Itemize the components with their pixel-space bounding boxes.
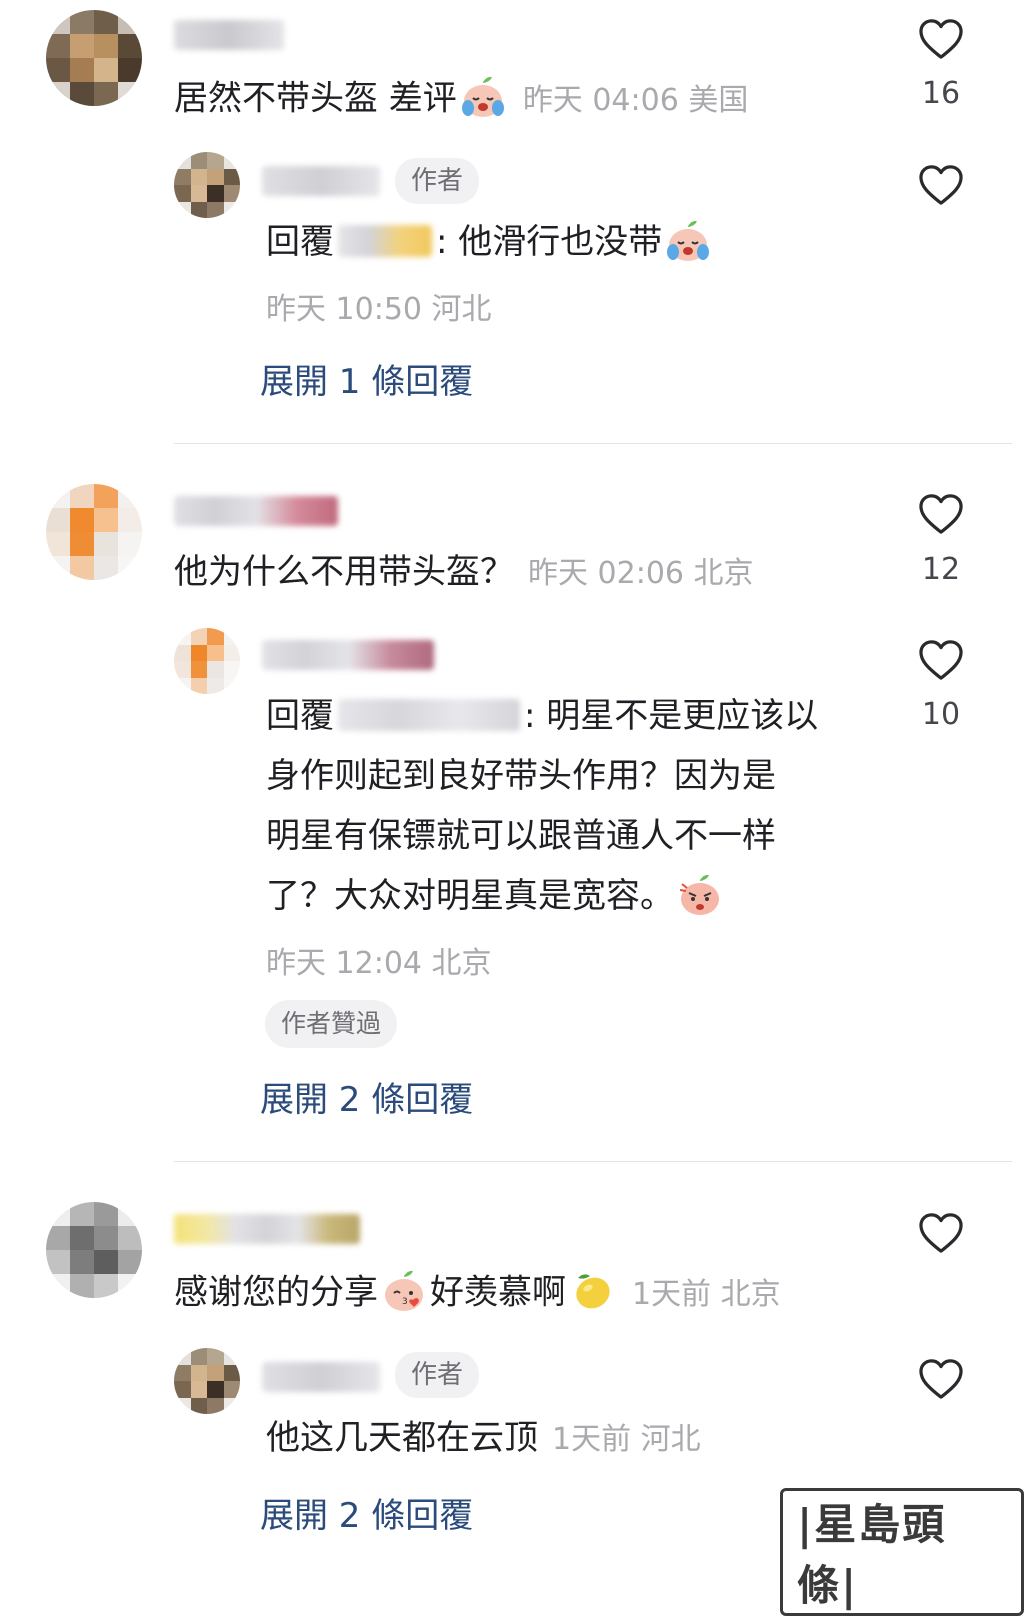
expand-replies-link[interactable]: 展開 2 條回覆 bbox=[260, 1488, 473, 1537]
comment-body: 居然不带头盔 差评 昨天 04:06 美国 bbox=[174, 72, 748, 128]
reply-text-line: 身作则起到良好带头作用？因为是 bbox=[266, 756, 776, 796]
heart-outline-icon[interactable] bbox=[918, 1212, 964, 1254]
kiss-peach-emoji-icon bbox=[380, 1266, 428, 1314]
avatar[interactable] bbox=[46, 484, 142, 580]
avatar[interactable] bbox=[46, 1202, 142, 1298]
author-tag: 作者 bbox=[395, 158, 480, 204]
reply-meta: 1天前 河北 bbox=[552, 1422, 701, 1457]
username-blurred[interactable] bbox=[174, 496, 338, 526]
comment-meta: 1天前 北京 bbox=[632, 1276, 781, 1312]
divider bbox=[174, 443, 1012, 444]
lemon-emoji-icon bbox=[568, 1266, 616, 1314]
reply-body: 回覆 : 明星不是更应该以 身作则起到良好带头作用？因为是 明星有保镖就可以跟普通… bbox=[266, 686, 866, 926]
mention-blurred[interactable] bbox=[338, 698, 520, 731]
like-count: 10 bbox=[921, 697, 961, 732]
crying-peach-emoji-icon bbox=[664, 216, 712, 264]
username-blurred[interactable] bbox=[262, 166, 380, 196]
reply-text: 他这几天都在云顶 bbox=[266, 1418, 538, 1458]
reply-meta: 昨天 10:50 河北 bbox=[266, 292, 492, 327]
comment-text: 居然不带头盔 差评 bbox=[174, 78, 457, 119]
reply-meta: 昨天 12:04 北京 bbox=[266, 946, 492, 981]
reply-prefix: 回覆 bbox=[266, 696, 334, 736]
heart-outline-icon[interactable] bbox=[918, 639, 964, 681]
like-count: 12 bbox=[921, 552, 961, 587]
author-tag: 作者 bbox=[395, 1352, 480, 1398]
comment-meta: 昨天 02:06 北京 bbox=[528, 556, 754, 591]
reply-body: 他这几天都在云顶 1天前 河北 bbox=[266, 1414, 701, 1464]
reply-text-line: 了？大众对明星真是宽容。 bbox=[266, 876, 674, 916]
reply-text-line: : 明星不是更应该以 bbox=[524, 696, 819, 736]
reply-text-line: 明星有保镖就可以跟普通人不一样 bbox=[266, 816, 776, 856]
comment-text: 感谢您的分享 bbox=[174, 1272, 378, 1313]
comment-body: 感谢您的分享 好羡慕啊 1天前 北京 bbox=[174, 1266, 781, 1322]
heart-outline-icon[interactable] bbox=[918, 1358, 964, 1400]
avatar[interactable] bbox=[174, 628, 240, 694]
avatar[interactable] bbox=[46, 10, 142, 106]
comment-body: 他为什么不用带头盔？ 昨天 02:06 北京 bbox=[174, 548, 754, 598]
username-blurred[interactable] bbox=[174, 1214, 360, 1244]
crying-peach-emoji-icon bbox=[459, 72, 507, 120]
avatar[interactable] bbox=[174, 1348, 240, 1414]
expand-replies-link[interactable]: 展開 2 條回覆 bbox=[260, 1072, 473, 1121]
reply-prefix: 回覆 bbox=[266, 222, 334, 262]
author-liked-tag: 作者贊過 bbox=[265, 1000, 398, 1048]
like-count: 16 bbox=[921, 76, 961, 111]
comment-text: 他为什么不用带头盔？ bbox=[174, 552, 514, 592]
comment-text: 好羡慕啊 bbox=[430, 1272, 566, 1313]
reply-text: : 他滑行也没带 bbox=[436, 222, 663, 262]
heart-outline-icon[interactable] bbox=[918, 164, 964, 206]
mention-blurred[interactable] bbox=[338, 224, 432, 257]
expand-replies-link[interactable]: 展開 1 條回覆 bbox=[260, 354, 473, 403]
watermark-logo: |星島頭條| bbox=[780, 1488, 1024, 1616]
comment-meta: 昨天 04:06 美国 bbox=[522, 82, 749, 118]
heart-outline-icon[interactable] bbox=[918, 493, 964, 535]
username-blurred[interactable] bbox=[262, 640, 434, 670]
divider bbox=[174, 1161, 1012, 1162]
username-blurred[interactable] bbox=[262, 1362, 380, 1392]
heart-outline-icon[interactable] bbox=[918, 18, 964, 60]
avatar[interactable] bbox=[174, 152, 240, 218]
username-blurred[interactable] bbox=[174, 20, 284, 50]
angry-peach-emoji-icon bbox=[676, 870, 724, 918]
reply-body: 回覆 : 他滑行也没带 bbox=[266, 212, 714, 272]
